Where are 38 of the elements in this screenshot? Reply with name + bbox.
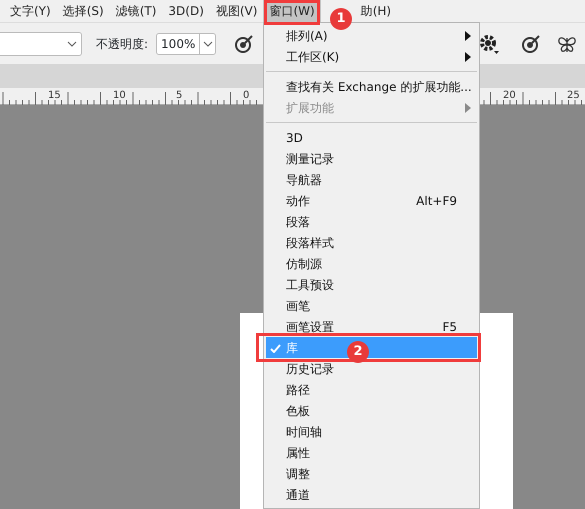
caret-icon <box>67 40 77 46</box>
menu-item[interactable]: 3D <box>266 127 477 148</box>
ruler-label: 5 <box>176 89 182 103</box>
menu-item[interactable]: 工具预设 <box>266 274 477 295</box>
menu-item[interactable]: 动作 Alt+F9 <box>266 190 477 211</box>
menu-item[interactable]: 滤镜(T) <box>110 0 162 22</box>
menu-item[interactable]: 工作区(K) <box>266 46 477 67</box>
menu-item[interactable]: 选择(S) <box>56 0 110 22</box>
menu-item[interactable]: 文字(Y) <box>4 0 57 22</box>
caret-icon <box>199 34 216 54</box>
opacity-field[interactable]: 100% <box>156 32 216 54</box>
menu-item[interactable]: 色板 <box>266 400 477 421</box>
menu-item[interactable]: 调整 <box>266 463 477 484</box>
highlight-frame <box>264 0 320 25</box>
menu-item[interactable]: 仿制源 <box>266 253 477 274</box>
menu-item[interactable]: 路径 <box>266 379 477 400</box>
menu-item[interactable]: 测量记录 <box>266 148 477 169</box>
ruler-label: 15 <box>48 89 61 103</box>
menu-item[interactable]: 段落样式 <box>266 232 477 253</box>
pressure-size-icon[interactable] <box>521 34 541 54</box>
menu-item[interactable]: 画笔设置 F5 <box>266 316 477 337</box>
menu-item[interactable]: 属性 <box>266 442 477 463</box>
menu-item[interactable]: 通道 <box>266 484 477 505</box>
ruler-label: 25 <box>567 89 580 103</box>
menu-item[interactable]: 导航器 <box>266 169 477 190</box>
menu-item[interactable]: 助(H) <box>354 0 398 22</box>
menu-item[interactable]: 视图(V) <box>210 0 264 22</box>
settings-icon[interactable] <box>479 34 499 54</box>
menu-item[interactable]: 时间轴 <box>266 421 477 442</box>
menu-item[interactable]: 段落 <box>266 211 477 232</box>
ruler-label: 0 <box>243 89 250 103</box>
opacity-label: 不透明度: <box>96 36 148 52</box>
menu-item[interactable]: 查找有关 Exchange 的扩展功能... <box>266 76 477 97</box>
menu-item[interactable]: 3D(D) <box>162 0 210 22</box>
ruler-label: 10 <box>113 89 126 103</box>
pressure-icon[interactable] <box>234 34 254 54</box>
menu-item[interactable]: 画笔 <box>266 295 477 316</box>
ruler-label: 20 <box>503 89 516 103</box>
